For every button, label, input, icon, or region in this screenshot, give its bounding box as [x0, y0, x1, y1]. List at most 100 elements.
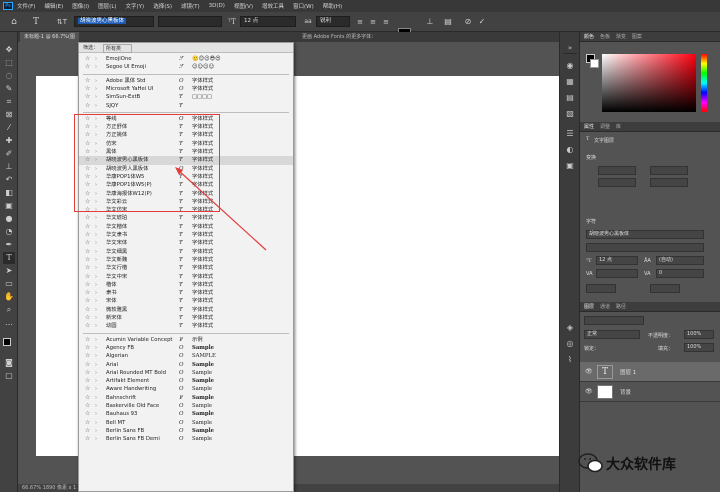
foreground-color-swatch[interactable]: [3, 338, 11, 346]
expand-chevron-icon[interactable]: ›: [95, 214, 97, 222]
expand-chevron-icon[interactable]: ›: [95, 206, 97, 214]
menu-image[interactable]: 图像(I): [72, 2, 89, 10]
character-font-field[interactable]: 胡晓波男心黑板体: [586, 230, 704, 239]
font-row[interactable]: ☆ › 黑体 Ŧ 字体样式: [79, 148, 293, 156]
font-row[interactable]: ☆ › 华文宋体 Ŧ 字体样式: [79, 239, 293, 247]
font-row[interactable]: ☆ › 华文琥珀 Ŧ 字体样式: [79, 214, 293, 222]
expand-chevron-icon[interactable]: ›: [95, 190, 97, 198]
font-row[interactable]: ☆ › Segoe UI Emoji ℱ ☺☺☺☺: [79, 63, 293, 71]
favorite-star-icon[interactable]: ☆: [85, 314, 90, 322]
menu-filter[interactable]: 滤镜(T): [181, 2, 200, 10]
adjustments-panel-icon[interactable]: ◐: [563, 144, 577, 156]
commit-check-icon[interactable]: ✓: [476, 16, 488, 28]
expand-chevron-icon[interactable]: ›: [95, 435, 97, 443]
font-row[interactable]: ☆ › 华文新魏 Ŧ 字体样式: [79, 256, 293, 264]
favorite-star-icon[interactable]: ☆: [85, 85, 90, 93]
quick-select-tool-icon[interactable]: ✎: [3, 83, 15, 95]
favorite-star-icon[interactable]: ☆: [85, 297, 90, 305]
layers-panel-icon[interactable]: ◈: [563, 322, 577, 334]
align-left-icon[interactable]: ≡: [354, 16, 366, 28]
expand-chevron-icon[interactable]: ›: [95, 361, 97, 369]
expand-chevron-icon[interactable]: ›: [95, 336, 97, 344]
favorite-star-icon[interactable]: ☆: [85, 273, 90, 281]
expand-chevron-icon[interactable]: ›: [95, 102, 97, 110]
expand-chevron-icon[interactable]: ›: [95, 273, 97, 281]
align-center-icon[interactable]: ≡: [367, 16, 379, 28]
lasso-tool-icon[interactable]: ◌: [3, 70, 15, 82]
font-row[interactable]: ☆ › SimSun-ExtB Ŧ □□□□: [79, 93, 293, 101]
font-row[interactable]: ☆ › Aware Handwriting O Sample: [79, 385, 293, 393]
expand-chevron-icon[interactable]: ›: [95, 148, 97, 156]
font-row[interactable]: ☆ › 华文彩云 Ŧ 字体样式: [79, 198, 293, 206]
expand-chevron-icon[interactable]: ›: [95, 239, 97, 247]
favorite-star-icon[interactable]: ☆: [85, 419, 90, 427]
favorite-star-icon[interactable]: ☆: [85, 214, 90, 222]
align-right-icon[interactable]: ≡: [380, 16, 392, 28]
menu-type[interactable]: 文字(Y): [126, 2, 145, 10]
document-tab[interactable]: 未标题-1 @ 66.7%(图: [20, 32, 79, 42]
expand-chevron-icon[interactable]: ›: [95, 77, 97, 85]
expand-chevron-icon[interactable]: ›: [95, 181, 97, 189]
expand-chevron-icon[interactable]: ›: [95, 369, 97, 377]
font-row[interactable]: ☆ › 幼圆 Ŧ 字体样式: [79, 322, 293, 330]
font-row[interactable]: ☆ › 仿宋 Ŧ 字体样式: [79, 140, 293, 148]
favorite-star-icon[interactable]: ☆: [85, 361, 90, 369]
pen-tool-icon[interactable]: ✒: [3, 239, 15, 251]
adobe-fonts-hint[interactable]: 更画 Adobe Fonts 的更多字体：: [302, 32, 376, 42]
character-hscale-field[interactable]: [650, 284, 680, 293]
favorite-star-icon[interactable]: ☆: [85, 173, 90, 181]
font-row[interactable]: ☆ › Bell MT O Sample: [79, 419, 293, 427]
expand-chevron-icon[interactable]: ›: [95, 385, 97, 393]
favorite-star-icon[interactable]: ☆: [85, 181, 90, 189]
hue-slider[interactable]: [701, 54, 707, 112]
marquee-tool-icon[interactable]: ⬚: [3, 57, 15, 69]
menu-3d[interactable]: 3D(D): [209, 3, 225, 9]
font-row[interactable]: ☆ › Microsoft YaHei UI O 字体样式: [79, 85, 293, 93]
frame-tool-icon[interactable]: ⊠: [3, 109, 15, 121]
font-row[interactable]: ☆ › Bahnschrift Ꝟ Sample: [79, 394, 293, 402]
expand-chevron-icon[interactable]: ›: [95, 231, 97, 239]
font-row[interactable]: ☆ › EmojiOne ℱ 🙂😊😉😎😍: [79, 55, 293, 63]
font-row[interactable]: ☆ › 华康POP1体W5(P) Ŧ 字体样式: [79, 181, 293, 189]
font-row[interactable]: ☆ › 华文隶书 Ŧ 字体样式: [79, 231, 293, 239]
font-style-select[interactable]: [158, 16, 222, 27]
favorite-star-icon[interactable]: ☆: [85, 410, 90, 418]
libraries-panel-icon[interactable]: ▣: [563, 160, 577, 172]
font-row[interactable]: ☆ › 方正舒体 Ŧ 字体样式: [79, 123, 293, 131]
favorite-star-icon[interactable]: ☆: [85, 248, 90, 256]
font-row[interactable]: ☆ › Arial O Sample: [79, 361, 293, 369]
font-family-select[interactable]: 胡晓波男心黑板体: [74, 16, 154, 27]
favorite-star-icon[interactable]: ☆: [85, 140, 90, 148]
menu-file[interactable]: 文件(F): [17, 2, 35, 10]
favorite-star-icon[interactable]: ☆: [85, 427, 90, 435]
favorite-star-icon[interactable]: ☆: [85, 385, 90, 393]
font-row[interactable]: ☆ › 楷体 Ŧ 字体样式: [79, 281, 293, 289]
favorite-star-icon[interactable]: ☆: [85, 369, 90, 377]
channels-panel-icon[interactable]: ◎: [563, 338, 577, 350]
font-row[interactable]: ☆ › Agency FB O Sample: [79, 344, 293, 352]
expand-chevron-icon[interactable]: ›: [95, 297, 97, 305]
expand-chevron-icon[interactable]: ›: [95, 264, 97, 272]
expand-chevron-icon[interactable]: ›: [95, 123, 97, 131]
paths-panel-icon[interactable]: ⌇: [563, 354, 577, 366]
color-picker-field[interactable]: [602, 54, 696, 112]
tab-swatches[interactable]: 色板: [600, 32, 610, 42]
favorite-star-icon[interactable]: ☆: [85, 206, 90, 214]
expand-chevron-icon[interactable]: ›: [95, 223, 97, 231]
character-style-field[interactable]: [586, 243, 704, 252]
font-row[interactable]: ☆ › Acumin Variable Concept Ꝟ 示例: [79, 336, 293, 344]
character-kerning-field[interactable]: [596, 269, 638, 278]
tab-paths[interactable]: 路径: [616, 302, 626, 312]
character-tracking-field[interactable]: 0: [656, 269, 704, 278]
font-row[interactable]: ☆ › Arial Rounded MT Bold O Sample: [79, 369, 293, 377]
transform-x-field[interactable]: [598, 178, 636, 187]
eye-icon[interactable]: 👁: [585, 388, 593, 395]
blend-mode-select[interactable]: 正常: [584, 330, 640, 339]
favorite-star-icon[interactable]: ☆: [85, 63, 90, 71]
font-row[interactable]: ☆ › SJQY Ŧ: [79, 102, 293, 110]
expand-chevron-icon[interactable]: ›: [95, 115, 97, 123]
font-size-field[interactable]: 12 点: [240, 16, 296, 27]
favorite-star-icon[interactable]: ☆: [85, 198, 90, 206]
font-row[interactable]: ☆ › 华文细黑 Ŧ 字体样式: [79, 248, 293, 256]
favorite-star-icon[interactable]: ☆: [85, 123, 90, 131]
